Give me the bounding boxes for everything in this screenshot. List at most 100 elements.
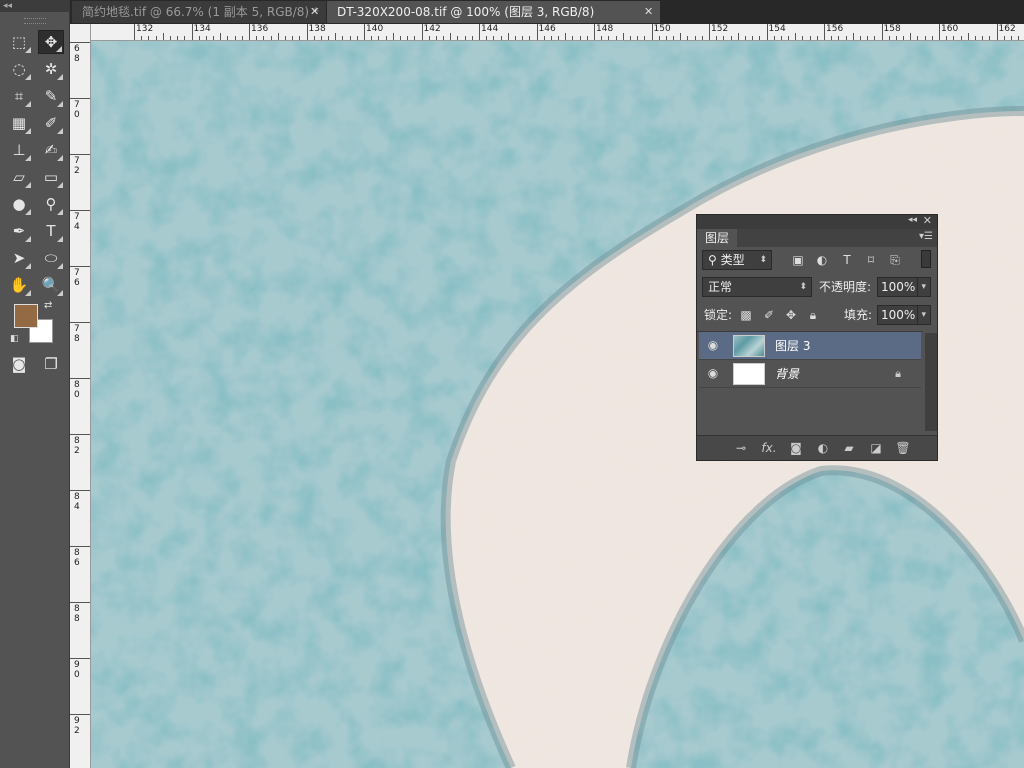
- healing-brush-icon[interactable]: ▦: [6, 111, 32, 135]
- pen-icon[interactable]: ✒: [6, 219, 32, 243]
- ruler-minor-tick: [845, 36, 847, 40]
- panel-menu-icon[interactable]: ▾☰: [919, 231, 933, 242]
- filter-smart-object-icon[interactable]: ⎘: [886, 250, 904, 270]
- ruler-minor-tick: [924, 36, 926, 40]
- filter-adjustment-icon[interactable]: ◐: [813, 250, 831, 270]
- lock-transparent-icon[interactable]: ▩: [737, 305, 755, 325]
- screen-mode-icon[interactable]: ❐: [38, 352, 64, 376]
- ruler-minor-tick: [205, 36, 207, 40]
- path-selection-icon[interactable]: ➤: [6, 246, 32, 270]
- tools-panel-grip[interactable]: [24, 18, 46, 24]
- ruler-tick: [70, 98, 90, 99]
- layer-row-layer3[interactable]: ◉ 图层 3: [699, 332, 921, 360]
- ruler-minor-tick: [227, 36, 229, 40]
- adjustment-layer-icon[interactable]: ◐: [813, 439, 833, 457]
- ruler-label: 154: [768, 24, 786, 34]
- visibility-eye-icon[interactable]: ◉: [705, 366, 721, 380]
- tab-document-2[interactable]: DT-320X200-08.tif @ 100% (图层 3, RGB/8): [327, 1, 660, 23]
- quick-mask-icon[interactable]: ◙: [6, 352, 32, 376]
- dodge-icon[interactable]: ⚲: [38, 192, 64, 216]
- marquee-icon[interactable]: ⬚: [6, 30, 32, 54]
- filter-shape-icon[interactable]: ⌑: [862, 250, 880, 270]
- ruler-minor-tick: [407, 36, 409, 40]
- link-layers-icon[interactable]: ⊸: [731, 439, 751, 457]
- ellipse-icon[interactable]: ⬭: [38, 246, 64, 270]
- lock-image-icon[interactable]: ✐: [760, 305, 778, 325]
- blend-mode-value: 正常: [708, 280, 733, 294]
- panel-collapse-icon[interactable]: ◂◂: [908, 215, 917, 225]
- fill-field[interactable]: 100% ▾: [877, 305, 931, 325]
- ruler-tick: [939, 24, 940, 40]
- ruler-minor-tick: [529, 36, 531, 40]
- tools-panel-collapse-icon[interactable]: ◂◂: [0, 0, 69, 12]
- layer-name[interactable]: 图层 3: [775, 332, 810, 360]
- new-layer-icon[interactable]: ◪: [866, 439, 886, 457]
- eraser-icon[interactable]: ▱: [6, 165, 32, 189]
- clone-stamp-icon[interactable]: ⊥: [6, 138, 32, 162]
- lasso-icon[interactable]: ◌: [6, 57, 32, 81]
- filter-pixel-icon[interactable]: ▣: [789, 250, 807, 270]
- layer-lock-icon[interactable]: 🔒︎: [895, 367, 901, 381]
- layers-scrollbar[interactable]: [925, 333, 937, 431]
- foreground-color-swatch[interactable]: [14, 304, 38, 328]
- ruler-label: 152: [711, 24, 729, 34]
- move-icon[interactable]: ✥: [38, 30, 64, 54]
- filter-toggle-switch[interactable]: [921, 250, 931, 268]
- ruler-minor-tick: [759, 36, 761, 40]
- tab-document-1[interactable]: 简约地毯.tif @ 66.7% (1 副本 5, RGB/8) *: [72, 1, 326, 23]
- ruler-minor-tick: [874, 36, 876, 40]
- tab-layers[interactable]: 图层: [697, 229, 738, 247]
- crop-icon[interactable]: ⌗: [6, 84, 32, 108]
- ruler-label: 82: [74, 436, 80, 456]
- tab-document-2-close-icon[interactable]: ✕: [644, 5, 653, 18]
- hand-icon[interactable]: ✋: [6, 273, 32, 297]
- magic-wand-icon[interactable]: ✲: [38, 57, 64, 81]
- lock-all-icon[interactable]: 🔒︎: [804, 305, 822, 325]
- ruler-minor-tick: [989, 36, 991, 40]
- ruler-minor-tick: [673, 36, 675, 40]
- history-brush-icon[interactable]: ✍: [38, 138, 64, 162]
- zoom-icon[interactable]: 🔍: [38, 273, 64, 297]
- ruler-minor-tick: [349, 36, 351, 40]
- ruler-minor-tick: [644, 36, 646, 40]
- ruler-minor-tick: [1018, 36, 1020, 40]
- layer-style-fx-icon[interactable]: fx.: [759, 439, 779, 457]
- chevron-down-icon[interactable]: ▾: [917, 306, 926, 324]
- swap-colors-icon[interactable]: ⇄: [44, 300, 52, 311]
- filter-type-icon[interactable]: T: [838, 250, 856, 270]
- type-icon[interactable]: T: [38, 219, 64, 243]
- new-group-icon[interactable]: ▰: [839, 439, 859, 457]
- opacity-field[interactable]: 100% ▾: [877, 277, 931, 297]
- layer-filter-dropdown[interactable]: ⚲ 类型 ⬍: [702, 250, 772, 270]
- ruler-minor-tick: [910, 33, 912, 40]
- visibility-eye-icon[interactable]: ◉: [705, 338, 721, 352]
- panel-close-icon[interactable]: ✕: [923, 214, 932, 227]
- lock-position-icon[interactable]: ✥: [782, 305, 800, 325]
- default-colors-icon[interactable]: ◧: [10, 334, 19, 344]
- ruler-minor-tick: [443, 36, 445, 40]
- blur-icon[interactable]: ●: [6, 192, 32, 216]
- ruler-tick: [996, 24, 998, 40]
- layer-name[interactable]: 背景: [775, 360, 799, 388]
- layers-panel-titlebar[interactable]: ◂◂ ✕: [697, 214, 937, 229]
- layer-row-background[interactable]: ◉ 背景 🔒︎: [699, 360, 921, 388]
- ruler-horizontal[interactable]: 132 134 136 138 140 142 144 146 148 150 152 154 156 1…: [90, 24, 1024, 41]
- add-mask-icon[interactable]: ◙: [786, 439, 806, 457]
- ruler-minor-tick: [946, 36, 948, 40]
- tab-document-1-close-icon[interactable]: ✕: [310, 5, 319, 18]
- delete-layer-icon[interactable]: 🗑︎: [893, 439, 913, 457]
- blend-mode-dropdown[interactable]: 正常 ⬍: [702, 277, 812, 297]
- ruler-minor-tick: [378, 36, 380, 40]
- ruler-label: 70: [74, 100, 80, 120]
- ruler-tick: [479, 24, 480, 40]
- brush-icon[interactable]: ✐: [38, 111, 64, 135]
- eyedropper-icon[interactable]: ✎: [38, 84, 64, 108]
- ruler-tick: [70, 266, 90, 267]
- ruler-vertical[interactable]: 68 70 72 74 76 78 80 82 84 86 88 90 92: [70, 24, 91, 768]
- ruler-label: 72: [74, 156, 80, 176]
- ruler-origin[interactable]: [70, 24, 90, 40]
- ruler-tick: [70, 322, 90, 323]
- chevron-down-icon[interactable]: ▾: [917, 278, 926, 296]
- ruler-label: 68: [74, 44, 80, 64]
- gradient-icon[interactable]: ▭: [38, 165, 64, 189]
